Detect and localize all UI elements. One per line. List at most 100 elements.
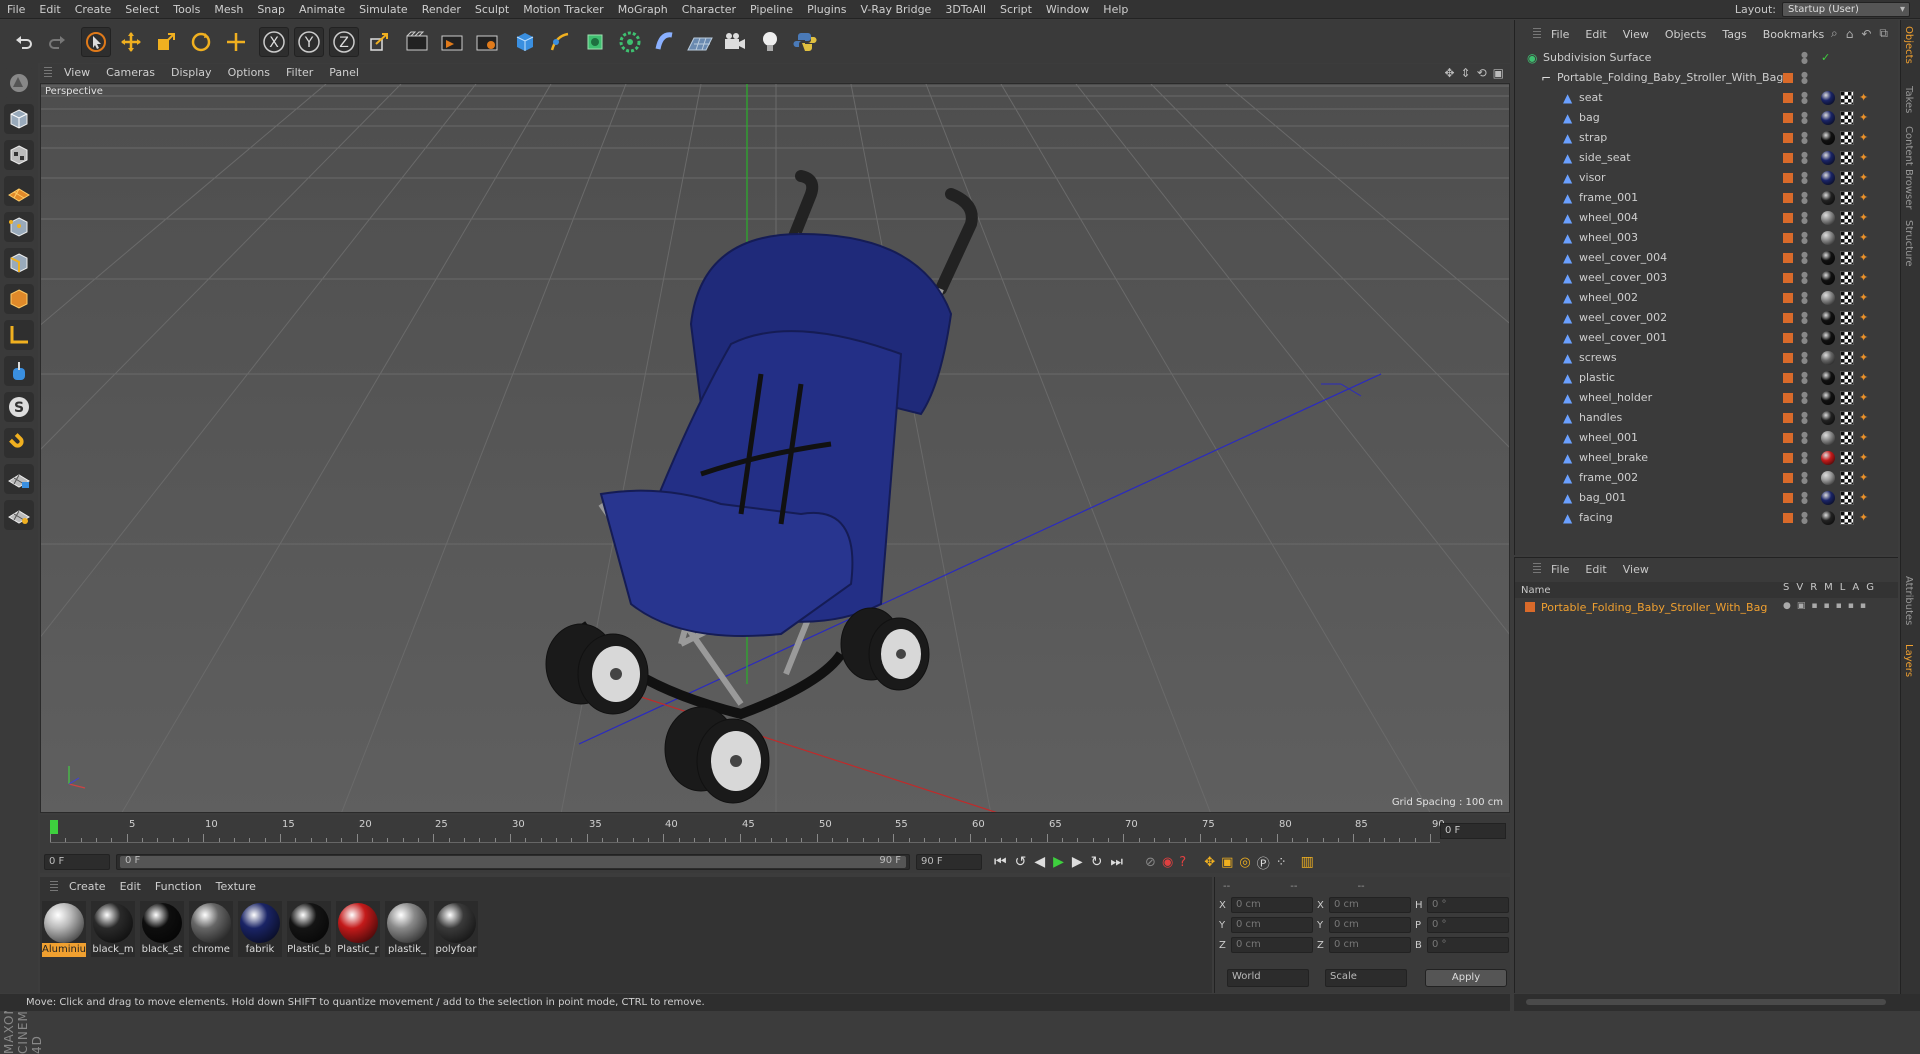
tab-takes[interactable]: Takes <box>1903 86 1914 113</box>
tag-icon[interactable]: ✦ <box>1859 91 1868 105</box>
visibility-dots-icon[interactable]: ● ● <box>1801 431 1808 445</box>
tag-icon[interactable]: ✦ <box>1859 231 1868 245</box>
object-row[interactable]: ▲ wheel_001 ● ● ✦ <box>1515 428 1899 448</box>
home-icon[interactable]: ⌂ <box>1846 27 1854 41</box>
object-row[interactable]: ▲ facing ● ● ✦ <box>1515 508 1899 528</box>
tag-icon[interactable]: ✦ <box>1859 391 1868 405</box>
object-menu-objects[interactable]: Objects <box>1657 28 1715 41</box>
enabled-check-icon[interactable]: ✓ <box>1821 48 1830 68</box>
texture-tag-icon[interactable] <box>1840 211 1854 225</box>
tab-structure[interactable]: Structure <box>1903 220 1914 267</box>
undo-icon[interactable] <box>8 27 38 57</box>
coord-field[interactable]: 0 ° <box>1427 937 1509 953</box>
menu-file[interactable]: File <box>0 0 32 19</box>
material-tag-icon[interactable] <box>1821 231 1835 245</box>
menu-tools[interactable]: Tools <box>166 0 207 19</box>
tag-icon[interactable]: ✦ <box>1859 311 1868 325</box>
keyframe-help-icon[interactable]: ? <box>1179 855 1186 870</box>
object-name[interactable]: wheel_brake <box>1579 448 1648 468</box>
material-tag-icon[interactable] <box>1821 371 1835 385</box>
menu-plugins[interactable]: Plugins <box>800 0 853 19</box>
play-icon[interactable]: ▶ <box>1053 854 1064 870</box>
visibility-dots-icon[interactable]: ● ● <box>1801 51 1808 65</box>
light-icon[interactable] <box>755 27 785 57</box>
select-arrow-icon[interactable] <box>81 26 111 57</box>
object-row-group[interactable]: ⌐ Portable_Folding_Baby_Stroller_With_Bag… <box>1515 68 1899 88</box>
material-swatch[interactable]: plastik_ <box>385 901 429 957</box>
tag-icon[interactable]: ✦ <box>1859 451 1868 465</box>
layer-menu-file[interactable]: File <box>1543 563 1577 576</box>
object-name[interactable]: wheel_004 <box>1579 208 1638 228</box>
render-view-icon[interactable] <box>402 27 432 57</box>
object-row[interactable]: ▲ bag_001 ● ● ✦ <box>1515 488 1899 508</box>
model-mode-icon[interactable] <box>4 104 34 134</box>
object-menu-bookmarks[interactable]: Bookmarks <box>1755 28 1832 41</box>
coord-field[interactable]: 0 cm <box>1329 897 1411 913</box>
texture-tag-icon[interactable] <box>1840 91 1854 105</box>
key-scale-icon[interactable]: ▣ <box>1221 855 1233 870</box>
object-name[interactable]: wheel_003 <box>1579 228 1638 248</box>
visibility-dots-icon[interactable]: ● ● <box>1801 351 1808 365</box>
key-position-icon[interactable]: ✥ <box>1204 855 1215 870</box>
material-swatch[interactable]: chrome <box>189 901 233 957</box>
live-selection-icon[interactable] <box>221 27 251 57</box>
coord-field[interactable]: 0 cm <box>1329 937 1411 953</box>
object-row[interactable]: ▲ weel_cover_003 ● ● ✦ <box>1515 268 1899 288</box>
material-swatch[interactable]: black_m <box>91 901 135 957</box>
step-forward-icon[interactable]: ▶ <box>1072 854 1083 870</box>
material-tag-icon[interactable] <box>1821 211 1835 225</box>
object-row[interactable]: ▲ visor ● ● ✦ <box>1515 168 1899 188</box>
frame-range-slider[interactable]: 0 F 90 F <box>116 854 910 870</box>
coordinate-system-icon[interactable] <box>364 27 394 57</box>
axis-mode-icon[interactable] <box>4 320 34 350</box>
viewport-menu-cameras[interactable]: Cameras <box>98 64 163 82</box>
workplane-icon[interactable] <box>4 176 34 206</box>
tag-icon[interactable]: ✦ <box>1859 291 1868 305</box>
object-row[interactable]: ▲ wheel_003 ● ● ✦ <box>1515 228 1899 248</box>
object-row[interactable]: ▲ handles ● ● ✦ <box>1515 408 1899 428</box>
tag-icon[interactable]: ✦ <box>1859 511 1868 525</box>
texture-tag-icon[interactable] <box>1840 191 1854 205</box>
menu-script[interactable]: Script <box>993 0 1039 19</box>
polygons-mode-icon[interactable] <box>4 284 34 314</box>
menu-3dtoall[interactable]: 3DToAll <box>938 0 993 19</box>
tag-icon[interactable]: ✦ <box>1859 111 1868 125</box>
coord-field[interactable]: 0 cm <box>1329 917 1411 933</box>
object-name[interactable]: Subdivision Surface <box>1543 48 1651 68</box>
floor-icon[interactable] <box>685 27 715 57</box>
start-frame-field[interactable]: 0 F <box>44 854 110 870</box>
visibility-dots-icon[interactable]: ● ● <box>1801 91 1808 105</box>
material-tag-icon[interactable] <box>1821 191 1835 205</box>
viewport-menu-display[interactable]: Display <box>163 64 220 82</box>
visibility-dots-icon[interactable]: ● ● <box>1801 411 1808 425</box>
object-row[interactable]: ▲ bag ● ● ✦ <box>1515 108 1899 128</box>
step-back-icon[interactable]: ◀ <box>1034 854 1045 870</box>
menu-v-ray-bridge[interactable]: V-Ray Bridge <box>853 0 938 19</box>
object-row[interactable]: ▲ weel_cover_004 ● ● ✦ <box>1515 248 1899 268</box>
magnet-icon[interactable] <box>4 428 34 458</box>
render-picture-viewer-icon[interactable] <box>437 27 467 57</box>
object-menu-tags[interactable]: Tags <box>1714 28 1754 41</box>
coord-field[interactable]: 0 ° <box>1427 897 1509 913</box>
viewport-menu-options[interactable]: Options <box>220 64 278 82</box>
visibility-dots-icon[interactable]: ● ● <box>1801 71 1808 85</box>
object-row[interactable]: ▲ weel_cover_001 ● ● ✦ <box>1515 328 1899 348</box>
visibility-dots-icon[interactable]: ● ● <box>1801 191 1808 205</box>
texture-tag-icon[interactable] <box>1840 371 1854 385</box>
object-name[interactable]: handles <box>1579 408 1622 428</box>
texture-tag-icon[interactable] <box>1840 271 1854 285</box>
visibility-dots-icon[interactable]: ● ● <box>1801 211 1808 225</box>
texture-tag-icon[interactable] <box>1840 491 1854 505</box>
tag-icon[interactable]: ✦ <box>1859 251 1868 265</box>
menu-select[interactable]: Select <box>118 0 166 19</box>
menu-simulate[interactable]: Simulate <box>352 0 415 19</box>
texture-tag-icon[interactable] <box>1840 471 1854 485</box>
record-keys-icon[interactable]: ⊘ <box>1145 855 1156 870</box>
visibility-dots-icon[interactable]: ● ● <box>1801 391 1808 405</box>
object-row[interactable]: ▲ plastic ● ● ✦ <box>1515 368 1899 388</box>
go-to-start-icon[interactable]: ⏮ <box>994 854 1007 870</box>
material-tag-icon[interactable] <box>1821 291 1835 305</box>
visibility-dots-icon[interactable]: ● ● <box>1801 111 1808 125</box>
material-menu-function[interactable]: Function <box>148 877 209 897</box>
material-tag-icon[interactable] <box>1821 391 1835 405</box>
